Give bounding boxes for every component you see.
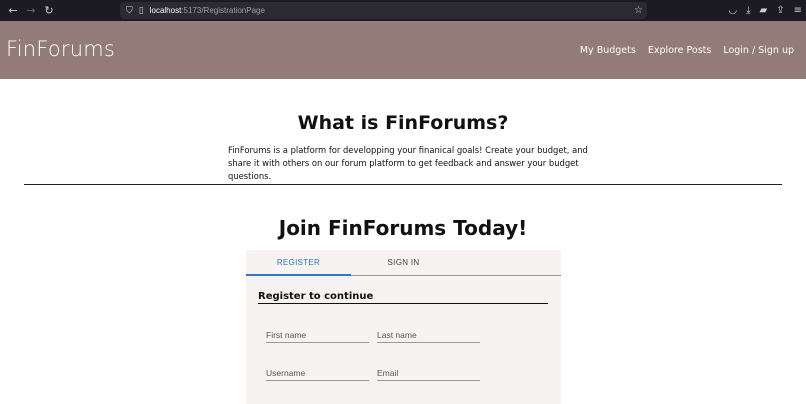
active-tab-indicator: [246, 274, 351, 276]
extension-icon[interactable]: ▰: [760, 5, 768, 16]
share-icon[interactable]: ⇪: [776, 5, 784, 16]
section-divider: [24, 184, 782, 185]
address-bar[interactable]: ⛉ ▯ localhost:5173/RegistrationPage ☆: [120, 2, 647, 19]
join-title: Join FinForums Today!: [278, 216, 528, 240]
forward-icon[interactable]: →: [22, 4, 40, 17]
last-name-field[interactable]: [377, 325, 480, 344]
about-title: What is FinForums?: [297, 112, 509, 134]
tab-register[interactable]: REGISTER: [246, 250, 351, 275]
about-line-2: share it with others on our forum platfo…: [228, 158, 579, 181]
star-icon[interactable]: ☆: [634, 5, 643, 16]
tab-sign-in[interactable]: SIGN IN: [351, 250, 456, 275]
back-icon[interactable]: ←: [4, 4, 22, 17]
reload-icon[interactable]: ↻: [40, 4, 58, 17]
browser-actions: ◡ ⤓ ▰ ⇪ ≡: [728, 0, 802, 21]
email-field[interactable]: [377, 363, 480, 382]
username-field[interactable]: [266, 363, 369, 382]
about-line-1: FinForums is a platform for developping …: [228, 145, 588, 155]
main-nav: My Budgets Explore Posts Login / Sign up: [580, 21, 794, 79]
about-description: FinForums is a platform for developping …: [228, 144, 588, 183]
username-input[interactable]: [266, 364, 369, 382]
pocket-icon[interactable]: ◡: [728, 5, 737, 16]
nav-login-signup[interactable]: Login / Sign up: [723, 45, 794, 56]
url-path: :5173/RegistrationPage: [181, 6, 265, 15]
browser-toolbar: ← → ↻ ⛉ ▯ localhost:5173/RegistrationPag…: [0, 0, 806, 21]
page-icon: ▯: [138, 5, 144, 16]
first-name-input[interactable]: [266, 326, 369, 344]
auth-tabs: REGISTER SIGN IN: [246, 250, 561, 276]
last-name-input[interactable]: [377, 326, 480, 344]
menu-icon[interactable]: ≡: [794, 5, 802, 16]
app-header: FinForums My Budgets Explore Posts Login…: [0, 21, 806, 79]
form-title: Register to continue: [258, 291, 548, 304]
nav-my-budgets[interactable]: My Budgets: [580, 45, 636, 56]
first-name-field[interactable]: [266, 325, 369, 344]
shield-icon[interactable]: ⛉: [126, 6, 133, 16]
auth-card: REGISTER SIGN IN Register to continue: [246, 250, 561, 404]
email-input[interactable]: [377, 364, 480, 382]
download-icon[interactable]: ⤓: [746, 5, 750, 16]
url-host: localhost: [149, 6, 182, 15]
nav-explore-posts[interactable]: Explore Posts: [648, 45, 712, 56]
brand-logo[interactable]: FinForums: [6, 37, 115, 61]
